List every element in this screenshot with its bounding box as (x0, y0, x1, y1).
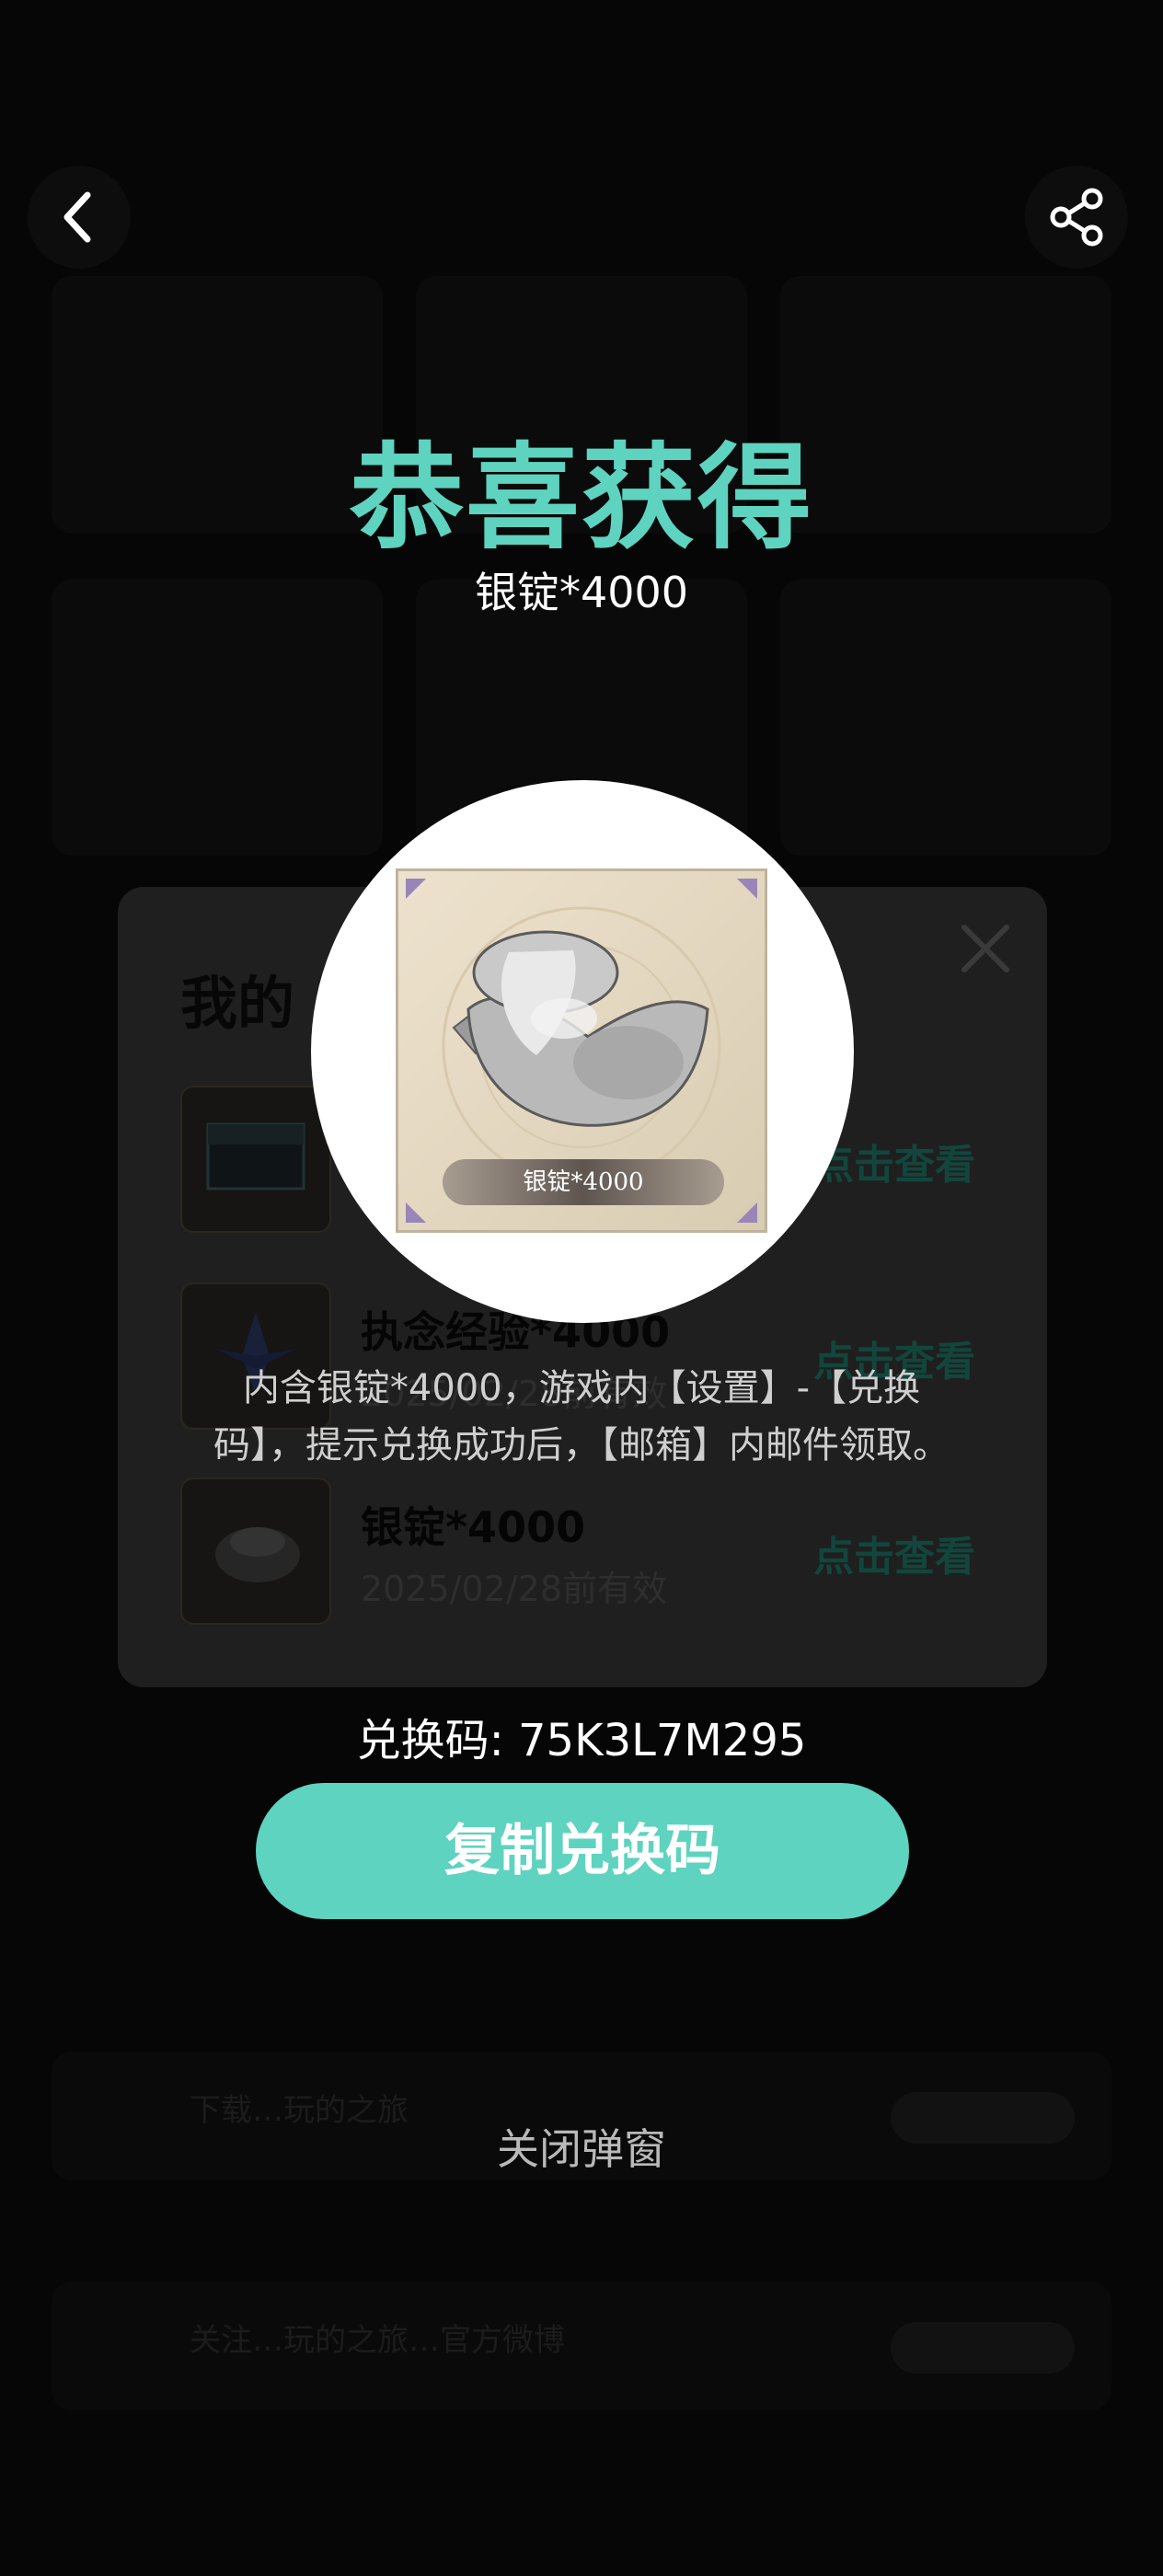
bg-row-button (891, 2322, 1075, 2374)
close-icon[interactable] (953, 916, 1018, 981)
prize-card-label: 银锭*4000 (443, 1159, 724, 1205)
prize-description: 内含银锭*4000，游戏内【设置】-【兑换码】，提示兑换成功后，【邮箱】内邮件领… (213, 1367, 950, 1466)
item-thumbnail-chest (180, 1086, 331, 1233)
item-name: 银锭*4000 (361, 1502, 586, 1552)
redeem-code: 兑换码: 75K3L7M295 (356, 1715, 807, 1766)
copy-code-button[interactable]: 复制兑换码 (256, 1783, 909, 1919)
back-button[interactable] (28, 166, 131, 269)
bg-tile (780, 580, 1111, 856)
share-button[interactable] (1025, 166, 1128, 269)
prize-name: 银锭*4000 (474, 568, 689, 617)
bg-tile (52, 580, 383, 856)
prize-card: 银锭*4000 (396, 868, 767, 1233)
item-thumbnail-ingot (180, 1478, 331, 1625)
chest-icon (206, 1122, 305, 1190)
bg-row-text: 关注…玩的之旅…官方微博 (190, 2322, 565, 2359)
silver-ingot-icon (215, 1527, 300, 1582)
close-popup-button[interactable]: 关闭弹窗 (0, 2116, 1163, 2177)
popup-title: 恭喜获得 (349, 432, 813, 565)
share-icon (1050, 188, 1103, 247)
card-title: 我的 (180, 970, 295, 1037)
item-date: 2025/02/28前有效 (361, 1569, 668, 1609)
chevron-left-icon (63, 191, 91, 243)
bg-row: 关注…玩的之旅…官方微博 (52, 2282, 1111, 2410)
view-link[interactable]: 点击查看 (813, 1524, 975, 1582)
